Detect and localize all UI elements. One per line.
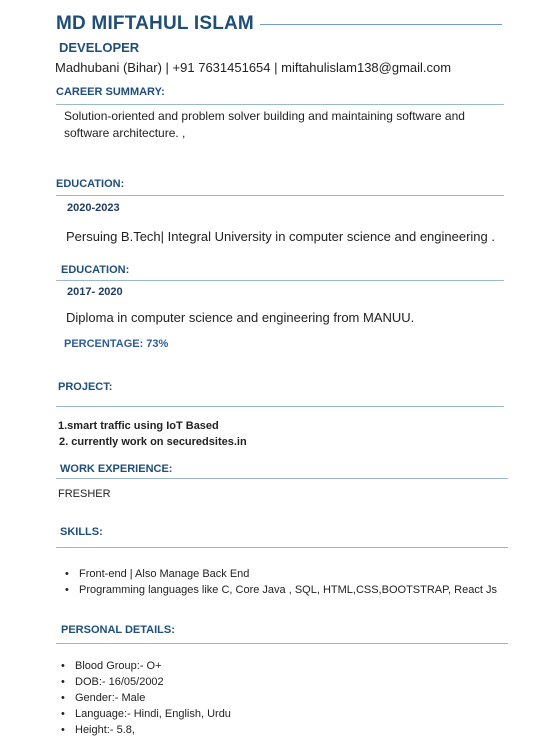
skill-item: • Front-end | Also Manage Back End xyxy=(64,566,497,582)
percentage-label: PERCENTAGE: 73% xyxy=(64,338,169,350)
personal-detail-text: DOB:- 16/05/2002 xyxy=(75,676,164,688)
education-divider-2 xyxy=(56,280,504,281)
career-summary-divider xyxy=(56,104,504,105)
personal-detail-item: • DOB:- 16/05/2002 xyxy=(60,674,231,690)
personal-detail-text: Blood Group:- O+ xyxy=(75,660,162,672)
education-heading-2: EDUCATION: xyxy=(61,264,130,276)
personal-detail-item: • Gender:- Male xyxy=(60,690,231,706)
personal-detail-item: • Blood Group:- O+ xyxy=(60,658,231,674)
skills-heading: SKILLS: xyxy=(60,526,103,538)
education-heading-1: EDUCATION: xyxy=(56,178,125,190)
career-summary-text: Solution-oriented and problem solver bui… xyxy=(64,109,465,140)
education-years-1: 2020-2023 xyxy=(67,202,120,214)
education-detail-1: Persuing B.Tech| Integral University in … xyxy=(66,229,495,244)
personal-details-divider xyxy=(56,643,508,644)
education-detail-2: Diploma in computer science and engineer… xyxy=(66,310,415,325)
bullet-icon: • xyxy=(65,568,69,580)
skill-text: Programming languages like C, Core Java … xyxy=(79,584,497,596)
bullet-icon: • xyxy=(61,708,65,720)
skill-item: • Programming languages like C, Core Java… xyxy=(64,582,497,598)
personal-details-list: • Blood Group:- O+ • DOB:- 16/05/2002 • Gen… xyxy=(60,658,231,738)
project-item: 2. currently work on securedsites.in xyxy=(59,436,247,448)
personal-detail-text: Language:- Hindi, English, Urdu xyxy=(75,708,231,720)
bullet-icon: • xyxy=(61,692,65,704)
skills-list: • Front-end | Also Manage Back End • Progr… xyxy=(64,566,497,598)
project-list: 1.smart traffic using IoT Based 2. curre… xyxy=(58,418,247,450)
personal-detail-text: Height:- 5.8, xyxy=(75,724,135,736)
personal-details-heading: PERSONAL DETAILS: xyxy=(61,624,175,636)
bullet-icon: • xyxy=(61,724,65,736)
bullet-icon: • xyxy=(65,584,69,596)
bullet-icon: • xyxy=(61,660,65,672)
project-item: 1.smart traffic using IoT Based xyxy=(58,420,219,432)
contact-line: Madhubani (Bihar) | +91 7631451654 | mif… xyxy=(55,60,452,75)
skill-text: Front-end | Also Manage Back End xyxy=(79,568,250,580)
personal-detail-item: • Language:- Hindi, English, Urdu xyxy=(60,706,231,722)
personal-detail-item: • Height:- 5.8, xyxy=(60,722,231,738)
project-heading: PROJECT: xyxy=(58,381,113,393)
education-years-2: 2017- 2020 xyxy=(67,286,123,298)
career-summary-heading: CAREER SUMMARY: xyxy=(56,86,165,98)
skills-divider xyxy=(56,547,508,548)
personal-detail-text: Gender:- Male xyxy=(75,692,146,704)
header-divider xyxy=(260,24,502,25)
education-divider-1 xyxy=(56,195,504,196)
work-experience-divider xyxy=(56,478,508,479)
project-divider xyxy=(56,406,504,407)
candidate-name: MD MIFTAHUL ISLAM xyxy=(56,13,254,34)
bullet-icon: • xyxy=(61,676,65,688)
work-experience-text: FRESHER xyxy=(58,488,111,500)
work-experience-heading: WORK EXPERIENCE: xyxy=(60,463,173,475)
candidate-role: DEVELOPER xyxy=(59,40,140,55)
